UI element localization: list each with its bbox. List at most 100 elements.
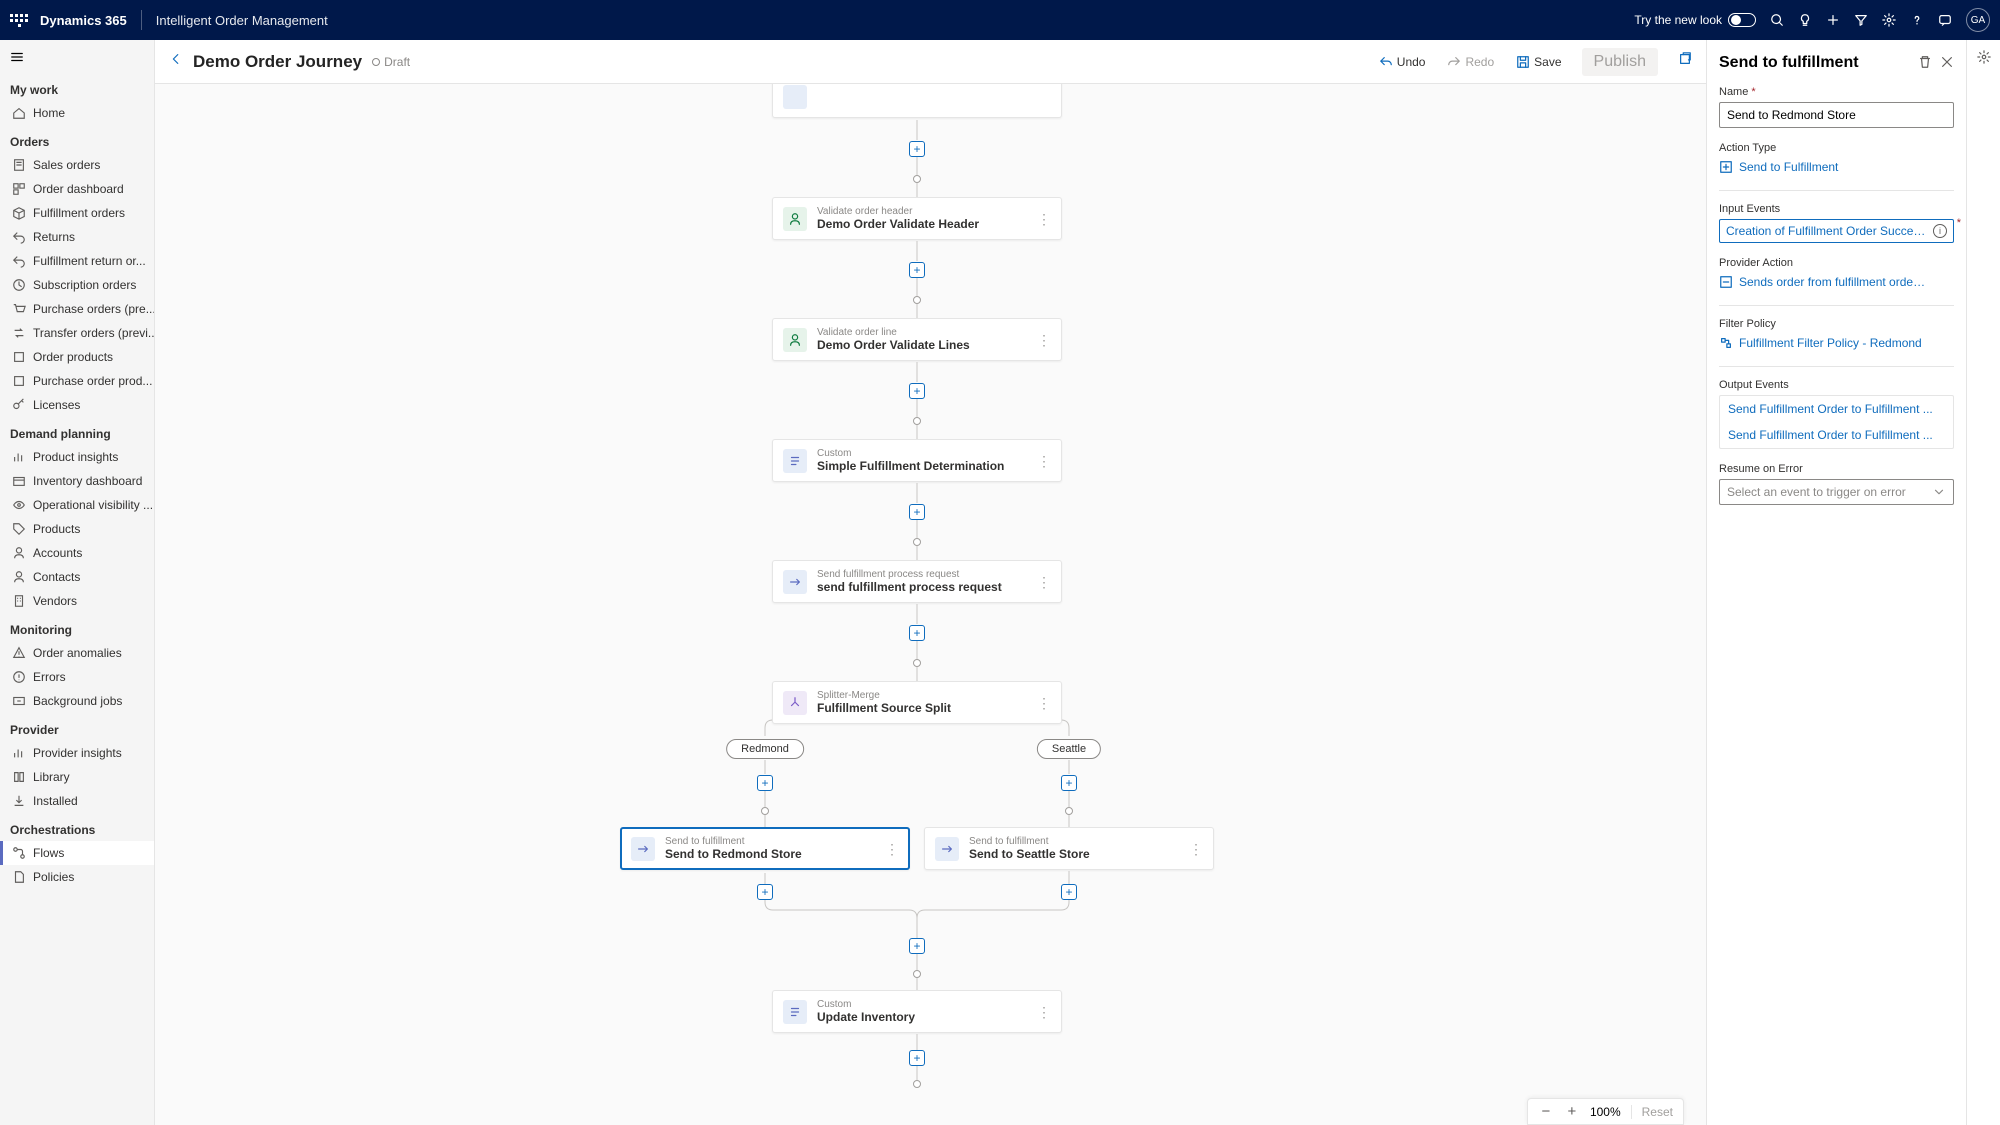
resume-on-error-select[interactable]: Select an event to trigger on error: [1719, 479, 1954, 505]
output-event-item[interactable]: Send Fulfillment Order to Fulfillment ..…: [1720, 396, 1953, 422]
sidebar-item-installed[interactable]: Installed: [0, 789, 154, 813]
add-node-button[interactable]: +: [757, 775, 773, 791]
output-event-item[interactable]: Send Fulfillment Order to Fulfillment ..…: [1720, 422, 1953, 448]
sidebar-item-sales-orders[interactable]: Sales orders: [0, 153, 154, 177]
flow-canvas[interactable]: + Validate order headerDemo Order Valida…: [155, 84, 1706, 1125]
sidebar-item-inventory-dashboard[interactable]: Inventory dashboard: [0, 469, 154, 493]
flow-node-seattle[interactable]: Send to fulfillmentSend to Seattle Store…: [924, 827, 1214, 870]
app-launcher-icon[interactable]: [10, 11, 28, 29]
zoom-level: 100%: [1590, 1105, 1621, 1119]
sidebar-item-operational-visibility[interactable]: Operational visibility ...: [0, 493, 154, 517]
zoom-reset-button[interactable]: Reset: [1631, 1105, 1673, 1119]
help-icon[interactable]: [1910, 13, 1924, 27]
add-node-button[interactable]: +: [909, 141, 925, 157]
messenger-icon[interactable]: [1938, 13, 1952, 27]
avatar[interactable]: GA: [1966, 8, 1990, 32]
sidebar-item-order-dashboard[interactable]: Order dashboard: [0, 177, 154, 201]
sidebar-item-accounts[interactable]: Accounts: [0, 541, 154, 565]
node-menu-icon[interactable]: ⋮: [1037, 454, 1051, 468]
sidebar-item-background-jobs[interactable]: Background jobs: [0, 689, 154, 713]
add-node-button[interactable]: +: [909, 383, 925, 399]
add-node-button[interactable]: +: [909, 504, 925, 520]
product-icon: [12, 350, 26, 364]
sidebar-item-order-anomalies[interactable]: Order anomalies: [0, 641, 154, 665]
connector-point: [913, 1080, 921, 1088]
sidebar-item-purchase-orders[interactable]: Purchase orders (pre...: [0, 297, 154, 321]
flow-node[interactable]: Validate order lineDemo Order Validate L…: [772, 318, 1062, 361]
flow-node[interactable]: Send fulfillment process requestsend ful…: [772, 560, 1062, 603]
sidebar-item-subscription-orders[interactable]: Subscription orders: [0, 273, 154, 297]
tag-text: Creation of Fulfillment Order Succeed...: [1726, 224, 1927, 238]
input-events-tag[interactable]: Creation of Fulfillment Order Succeed...…: [1719, 219, 1954, 243]
add-node-button[interactable]: +: [909, 938, 925, 954]
gear-icon[interactable]: [1977, 50, 1991, 69]
flow-node[interactable]: CustomSimple Fulfillment Determination ⋮: [772, 439, 1062, 482]
add-node-button[interactable]: +: [757, 884, 773, 900]
add-node-button[interactable]: +: [909, 625, 925, 641]
sidebar-item-fulfillment-return[interactable]: Fulfillment return or...: [0, 249, 154, 273]
zoom-out-button[interactable]: −: [1538, 1103, 1554, 1120]
sidebar-item-order-products[interactable]: Order products: [0, 345, 154, 369]
node-menu-icon[interactable]: ⋮: [1189, 842, 1203, 856]
sidebar-item-products[interactable]: Products: [0, 517, 154, 541]
sidebar-item-vendors[interactable]: Vendors: [0, 589, 154, 613]
connector-point: [913, 417, 921, 425]
branch-label-seattle[interactable]: Seattle: [1037, 739, 1101, 759]
zoom-in-button[interactable]: +: [1564, 1103, 1580, 1120]
sidebar-item-library[interactable]: Library: [0, 765, 154, 789]
sidebar-item-licenses[interactable]: Licenses: [0, 393, 154, 417]
return-icon: [12, 230, 26, 244]
flow-node[interactable]: [772, 84, 1062, 118]
search-icon[interactable]: [1770, 13, 1784, 27]
node-menu-icon[interactable]: ⋮: [1037, 696, 1051, 710]
add-node-button[interactable]: +: [909, 1050, 925, 1066]
lightbulb-icon[interactable]: [1798, 13, 1812, 27]
undo-button[interactable]: Undo: [1373, 51, 1432, 73]
try-new-look-toggle[interactable]: Try the new look: [1634, 13, 1756, 27]
sidebar-item-returns[interactable]: Returns: [0, 225, 154, 249]
link-text: Sends order from fulfillment order to de…: [1739, 275, 1929, 289]
node-menu-icon[interactable]: ⋮: [1037, 212, 1051, 226]
sidebar-label: Home: [33, 106, 65, 120]
delete-icon[interactable]: [1918, 55, 1932, 72]
filter-icon[interactable]: [1854, 13, 1868, 27]
filter-policy-link[interactable]: Fulfillment Filter Policy - Redmond: [1719, 334, 1954, 352]
hamburger-icon[interactable]: [0, 44, 154, 73]
sidebar-item-policies[interactable]: Policies: [0, 865, 154, 889]
node-name: Simple Fulfillment Determination: [817, 459, 1027, 473]
close-icon[interactable]: [1940, 55, 1954, 72]
branch-label-redmond[interactable]: Redmond: [726, 739, 804, 759]
flow-node-redmond[interactable]: Send to fulfillmentSend to Redmond Store…: [620, 827, 910, 870]
popout-icon[interactable]: [1678, 52, 1692, 71]
provider-action-link[interactable]: Sends order from fulfillment order to de…: [1719, 273, 1954, 291]
save-button[interactable]: Save: [1510, 51, 1567, 73]
redo-button[interactable]: Redo: [1441, 51, 1500, 73]
add-node-button[interactable]: +: [909, 262, 925, 278]
sidebar-item-purchase-order-prod[interactable]: Purchase order prod...: [0, 369, 154, 393]
node-menu-icon[interactable]: ⋮: [885, 842, 899, 856]
sidebar-item-transfer-orders[interactable]: Transfer orders (previ...: [0, 321, 154, 345]
connector-line: [765, 791, 766, 807]
flow-node[interactable]: Validate order headerDemo Order Validate…: [772, 197, 1062, 240]
name-input[interactable]: [1719, 102, 1954, 128]
flow-node[interactable]: CustomUpdate Inventory ⋮: [772, 990, 1062, 1033]
sidebar-item-product-insights[interactable]: Product insights: [0, 445, 154, 469]
publish-button[interactable]: Publish: [1582, 48, 1658, 76]
flow-node-splitter[interactable]: Splitter-MergeFulfillment Source Split ⋮: [772, 681, 1062, 724]
back-button[interactable]: [169, 52, 183, 71]
sidebar-item-provider-insights[interactable]: Provider insights: [0, 741, 154, 765]
add-icon[interactable]: [1826, 13, 1840, 27]
action-type-link[interactable]: Send to Fulfillment: [1719, 158, 1954, 176]
sidebar-item-errors[interactable]: Errors: [0, 665, 154, 689]
info-icon[interactable]: i: [1933, 224, 1947, 238]
node-menu-icon[interactable]: ⋮: [1037, 575, 1051, 589]
node-menu-icon[interactable]: ⋮: [1037, 1005, 1051, 1019]
add-node-button[interactable]: +: [1061, 775, 1077, 791]
sidebar-item-fulfillment-orders[interactable]: Fulfillment orders: [0, 201, 154, 225]
add-node-button[interactable]: +: [1061, 884, 1077, 900]
sidebar-item-home[interactable]: Home: [0, 101, 154, 125]
sidebar-item-flows[interactable]: Flows: [0, 841, 154, 865]
sidebar-item-contacts[interactable]: Contacts: [0, 565, 154, 589]
node-menu-icon[interactable]: ⋮: [1037, 333, 1051, 347]
settings-icon[interactable]: [1882, 13, 1896, 27]
